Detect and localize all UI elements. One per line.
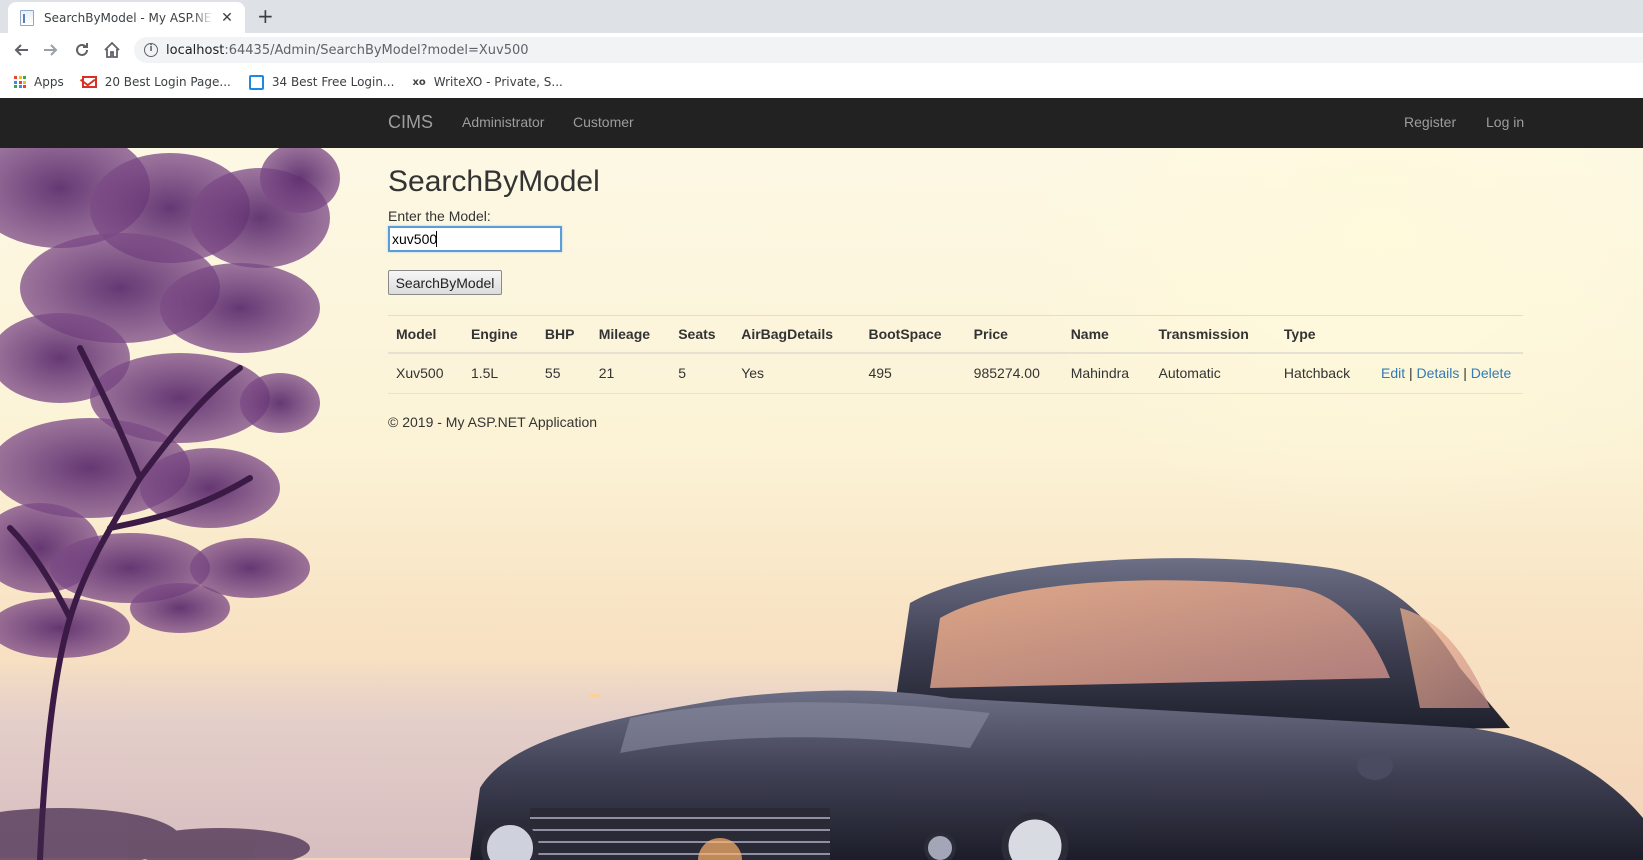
bookmark-label: 20 Best Login Page... <box>104 75 231 89</box>
search-by-model-button[interactable]: SearchByModel <box>388 270 502 295</box>
bookmark-apps[interactable]: Apps <box>14 75 64 89</box>
bookmark-label: Apps <box>34 75 64 89</box>
browser-toolbar: i localhost:64435/Admin/SearchByModel?mo… <box>0 33 1643 66</box>
nav-link-register[interactable]: Register <box>1404 114 1456 130</box>
nav-link-administrator[interactable]: Administrator <box>462 114 544 130</box>
cell-transmission: Automatic <box>1158 365 1221 381</box>
footer-text: © 2019 - My ASP.NET Application <box>388 414 598 430</box>
cell-bootspace: 495 <box>868 365 892 381</box>
details-link[interactable]: Details <box>1417 365 1460 381</box>
cell-mileage: 21 <box>598 365 615 381</box>
table-row: Xuv500 1.5L 55 21 5 Yes 495 985274.00 Ma… <box>388 353 1523 392</box>
separator: | <box>1463 365 1467 381</box>
close-tab-icon[interactable]: ✕ <box>219 10 235 26</box>
address-bar[interactable]: i localhost:64435/Admin/SearchByModel?mo… <box>134 37 1643 63</box>
brand-link[interactable]: CIMS <box>388 112 433 133</box>
apps-grid-icon <box>14 76 26 88</box>
bookmark-label: 34 Best Free Login... <box>271 75 395 89</box>
url-path: :64435/Admin/SearchByModel?model=Xuv500 <box>224 42 529 58</box>
cell-airbag: Yes <box>741 365 765 381</box>
page-viewport: CIMS Administrator Customer Register Log… <box>0 98 1643 860</box>
separator: | <box>1409 365 1413 381</box>
column-header: Mileage <box>598 326 651 342</box>
cell-actions: Edit | Details | Delete <box>1373 353 1523 392</box>
model-search-input[interactable] <box>388 226 562 252</box>
site-navbar: CIMS Administrator Customer Register Log… <box>0 98 1643 148</box>
column-header: BootSpace <box>868 326 942 342</box>
forward-arrow-icon[interactable] <box>39 38 63 62</box>
column-header: Transmission <box>1158 326 1249 342</box>
column-header: Engine <box>470 326 518 342</box>
results-table: Model Engine BHP Mileage Seats AirBagDet… <box>388 315 1523 392</box>
column-header: BHP <box>544 326 575 342</box>
cell-model: Xuv500 <box>396 365 444 381</box>
blue-square-icon <box>248 74 264 90</box>
bookmark-free-login[interactable]: 34 Best Free Login... <box>248 74 395 90</box>
bookmark-login-pages[interactable]: 20 Best Login Page... <box>81 75 231 89</box>
bookmark-label: WriteXO - Private, S... <box>433 75 563 89</box>
column-header <box>1373 316 1523 354</box>
url-host: localhost <box>166 42 225 58</box>
bookmark-writexo[interactable]: xo WriteXO - Private, S... <box>412 75 562 89</box>
model-field-label: Enter the Model: <box>388 208 491 224</box>
cell-engine: 1.5L <box>470 365 499 381</box>
column-header: AirBagDetails <box>741 326 834 342</box>
gmail-icon <box>81 76 97 88</box>
site-info-icon[interactable]: i <box>144 43 158 57</box>
table-header-row: Model Engine BHP Mileage Seats AirBagDet… <box>388 315 1523 354</box>
page-title: SearchByModel <box>388 165 600 198</box>
cell-type: Hatchback <box>1283 365 1351 381</box>
url-text: localhost:64435/Admin/SearchByModel?mode… <box>166 43 529 58</box>
tab-title: SearchByModel - My ASP.NET Application <box>44 10 213 25</box>
cell-seats: 5 <box>678 365 687 381</box>
background-tree-image <box>0 148 340 860</box>
column-header: Type <box>1283 326 1316 342</box>
column-header: Name <box>1070 326 1109 342</box>
delete-link[interactable]: Delete <box>1471 365 1511 381</box>
nav-link-customer[interactable]: Customer <box>573 114 634 130</box>
column-header: Seats <box>678 326 716 342</box>
home-icon[interactable] <box>100 38 124 62</box>
background-car-image <box>470 558 1643 860</box>
column-header: Price <box>973 326 1008 342</box>
edit-link[interactable]: Edit <box>1381 365 1405 381</box>
cell-price: 985274.00 <box>973 365 1040 381</box>
reload-icon[interactable] <box>70 38 94 62</box>
text-caret <box>436 231 437 247</box>
cell-name: Mahindra <box>1070 365 1130 381</box>
bookmarks-bar: Apps 20 Best Login Page... 34 Best Free … <box>0 66 1643 98</box>
page-favicon-icon <box>20 9 34 26</box>
cell-bhp: 55 <box>544 365 561 381</box>
browser-tabstrip: SearchByModel - My ASP.NET Application ✕… <box>0 0 1643 33</box>
footer-divider <box>388 393 1523 394</box>
nav-link-login[interactable]: Log in <box>1486 114 1524 130</box>
xo-icon: xo <box>412 76 426 88</box>
new-tab-icon[interactable]: + <box>257 4 274 28</box>
browser-tab[interactable]: SearchByModel - My ASP.NET Application ✕ <box>8 2 245 33</box>
column-header: Model <box>396 326 437 342</box>
back-arrow-icon[interactable] <box>9 38 33 62</box>
